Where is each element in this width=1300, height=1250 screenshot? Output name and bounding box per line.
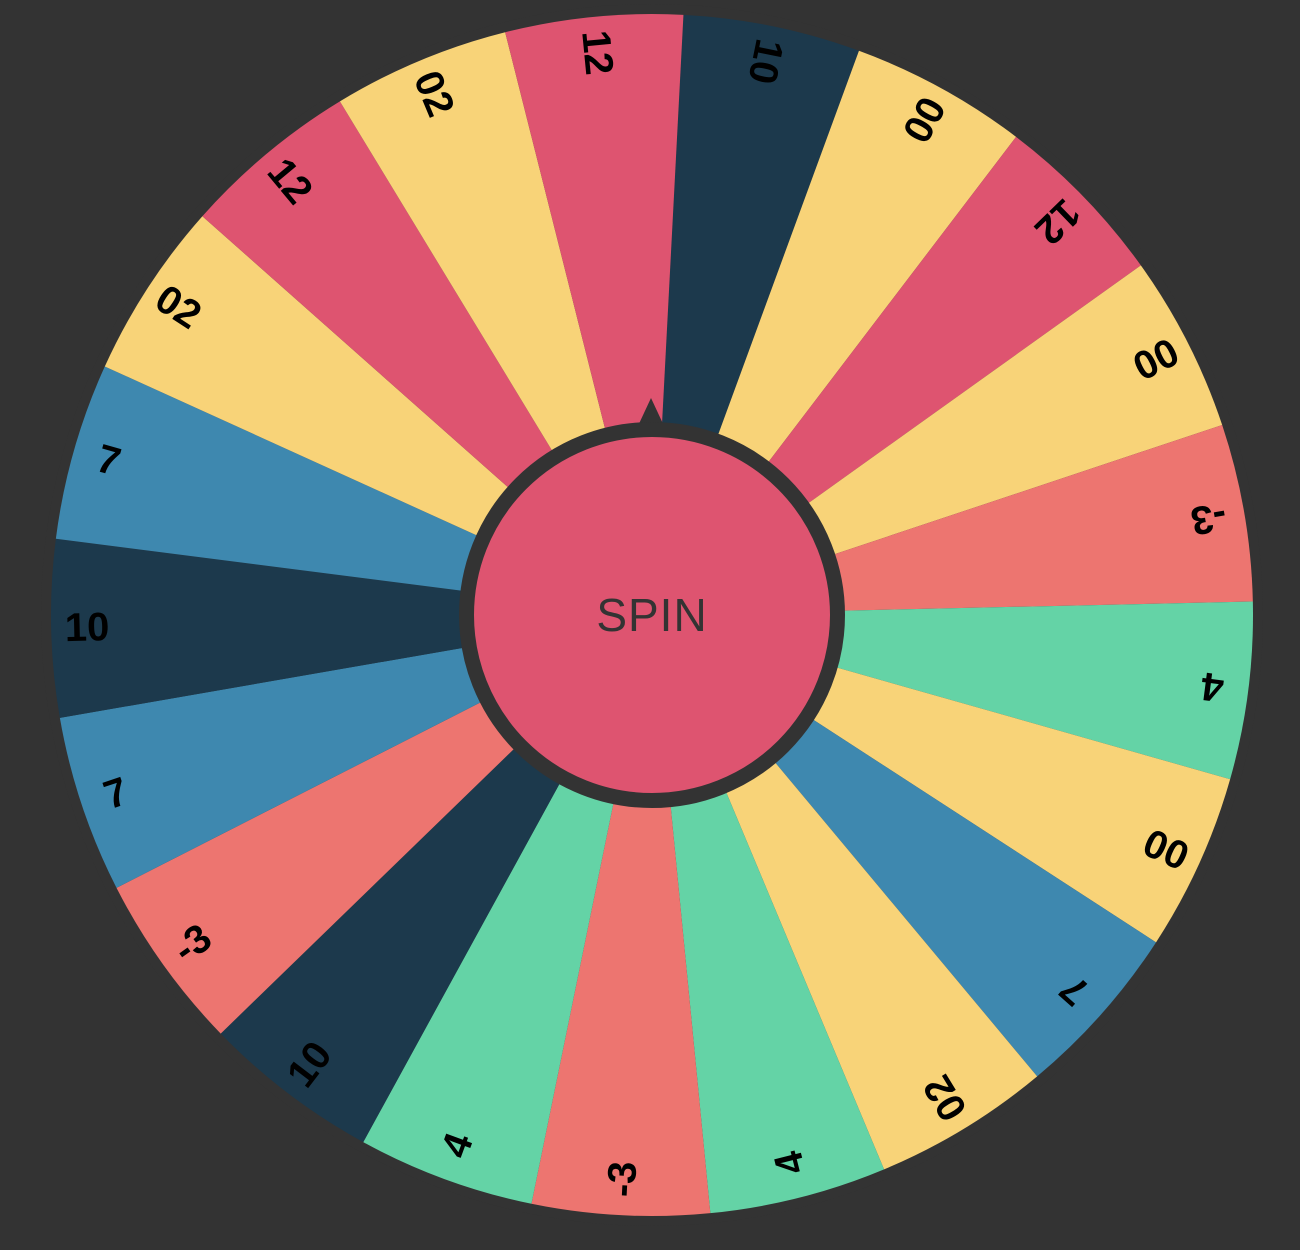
wheel-segment-label: 10 xyxy=(739,35,791,87)
wheel-segment-label: -3 xyxy=(600,1160,646,1198)
spin-button-label: SPIN xyxy=(596,589,708,641)
wheel-game: 10 00 12 00 -3 4 00 7 02 4 -3 4 10 -3 7 10 7 02 12 02 12 SPI… xyxy=(0,0,1300,1250)
wheel-segment-label: 12 xyxy=(573,28,621,77)
spin-button[interactable]: SPIN xyxy=(459,422,845,808)
wheel-segment-label: -3 xyxy=(1187,494,1230,543)
wheel-segment-label: 10 xyxy=(64,605,109,650)
